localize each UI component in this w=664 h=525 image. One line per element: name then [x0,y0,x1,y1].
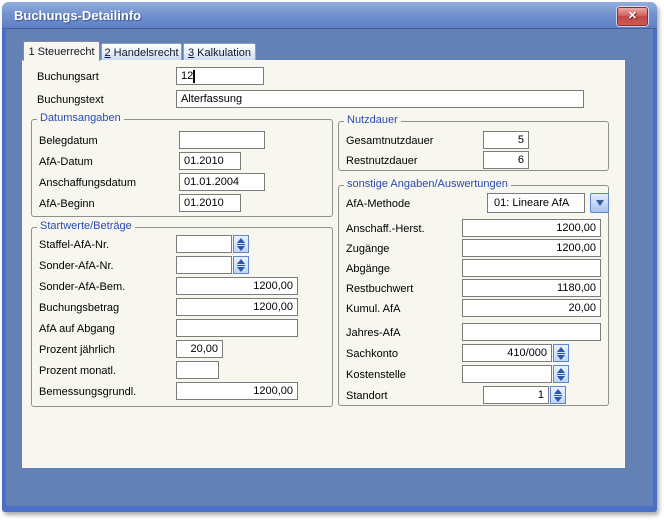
spin-down-icon[interactable] [557,355,565,360]
close-icon: ✕ [628,10,637,22]
anschaff-herst-label: Anschaff.-Herst. [346,222,425,236]
afa-datum-input[interactable]: 01.2010 [179,152,241,170]
kostenstelle-input[interactable] [462,365,552,383]
restnutzdauer-label: Restnutzdauer [346,154,418,168]
bemessungsgrundl-input[interactable]: 1200,00 [176,382,298,400]
prozent-monatl-label: Prozent monatl. [39,364,116,378]
sachkonto-input[interactable]: 410/000 [462,344,552,362]
gesamtnutzdauer-input[interactable]: 5 [483,131,529,149]
belegdatum-input[interactable] [179,131,265,149]
restnutzdauer-input[interactable]: 6 [483,151,529,169]
sachkonto-spinner[interactable] [553,344,569,362]
afa-beginn-label: AfA-Beginn [39,197,95,211]
afa-beginn-input[interactable]: 01.2010 [179,194,241,212]
close-button[interactable]: ✕ [617,7,648,26]
restbuchwert-label: Restbuchwert [346,282,413,296]
sachkonto-label: Sachkonto [346,347,398,361]
group-startwerte-title: Startwerte/Beträge [37,220,135,232]
spinner-divider [554,395,562,396]
buchungsbetrag-input[interactable]: 1200,00 [176,298,298,316]
kumul-afa-label: Kumul. AfA [346,302,400,316]
standort-input[interactable]: 1 [483,386,549,404]
sonder-afa-bem-label: Sonder-AfA-Bem. [39,280,125,294]
standort-spinner[interactable] [550,386,566,404]
tab-steuerrecht[interactable]: 1 Steuerrecht [23,41,100,61]
spin-down-icon[interactable] [554,397,562,402]
abgaenge-input[interactable] [462,259,601,277]
buchungstext-input[interactable]: Alterfassung [176,90,584,108]
afa-datum-label: AfA-Datum [39,155,93,169]
gesamtnutzdauer-label: Gesamtnutzdauer [346,134,433,148]
tab-kalkulation[interactable]: 3 Kalkulation [183,43,256,61]
buchungsbetrag-label: Buchungsbetrag [39,301,119,315]
spin-down-icon[interactable] [237,246,245,251]
spin-up-icon[interactable] [237,238,245,243]
restbuchwert-input[interactable]: 1180,00 [462,279,601,297]
standort-label: Standort [346,389,388,403]
staffel-afa-nr-input[interactable] [176,235,232,253]
group-nutzdauer-title: Nutzdauer [344,114,401,126]
dialog-window: Buchungs-Detailinfo ✕ 1 Steuerrecht 2 Ha… [2,2,657,512]
spinner-divider [237,244,245,245]
anschaffungsdatum-input[interactable]: 01.01.2004 [179,173,265,191]
sonder-afa-nr-label: Sonder-AfA-Nr. [39,259,114,273]
spin-up-icon[interactable] [554,389,562,394]
abgaenge-label: Abgänge [346,262,390,276]
anschaffungsdatum-label: Anschaffungsdatum [39,176,136,190]
belegdatum-label: Belegdatum [39,134,98,148]
titlebar[interactable]: Buchungs-Detailinfo ✕ [2,2,657,29]
prozent-monatl-input[interactable] [176,361,219,379]
spin-up-icon[interactable] [557,347,565,352]
bemessungsgrundl-label: Bemessungsgrundl. [39,385,136,399]
zugaenge-input[interactable]: 1200,00 [462,239,601,257]
group-sonstige-title: sonstige Angaben/Auswertungen [344,178,511,190]
spin-up-icon[interactable] [557,368,565,373]
tab-handelsrecht[interactable]: 2 Handelsrecht [101,43,182,61]
chevron-down-icon [596,200,604,206]
sonder-afa-nr-input[interactable] [176,256,232,274]
prozent-jaehrlich-label: Prozent jährlich [39,343,115,357]
buchungsart-input[interactable]: 12 [176,67,264,85]
spin-up-icon[interactable] [237,259,245,264]
kumul-afa-input[interactable]: 20,00 [462,299,601,317]
window-title: Buchungs-Detailinfo [14,8,141,23]
staffel-afa-nr-label: Staffel-AfA-Nr. [39,238,109,252]
buchungsart-label: Buchungsart [37,70,99,84]
afa-methode-dropdown-button[interactable] [590,193,609,213]
afa-auf-abgang-input[interactable] [176,319,298,337]
group-startwerte: Startwerte/Beträge [31,227,333,407]
jahres-afa-input[interactable] [462,323,601,341]
text-caret [193,70,195,83]
prozent-jaehrlich-input[interactable]: 20,00 [176,340,223,358]
anschaff-herst-input[interactable]: 1200,00 [462,219,601,237]
spin-down-icon[interactable] [557,376,565,381]
kostenstelle-label: Kostenstelle [346,368,406,382]
tab-page-steuerrecht: Buchungsart 12 Buchungstext Alterfassung… [22,60,625,468]
zugaenge-label: Zugänge [346,242,389,256]
spinner-divider [557,353,565,354]
group-datumsangaben-title: Datumsangaben [37,112,124,124]
spinner-divider [557,374,565,375]
sonder-afa-nr-spinner[interactable] [233,256,249,274]
staffel-afa-nr-spinner[interactable] [233,235,249,253]
afa-methode-label: AfA-Methode [346,197,410,211]
afa-auf-abgang-label: AfA auf Abgang [39,322,115,336]
buchungstext-label: Buchungstext [37,93,104,107]
jahres-afa-label: Jahres-AfA [346,326,400,340]
kostenstelle-spinner[interactable] [553,365,569,383]
afa-methode-combobox[interactable]: 01: Lineare AfA [487,193,585,213]
spin-down-icon[interactable] [237,267,245,272]
spinner-divider [237,265,245,266]
sonder-afa-bem-input[interactable]: 1200,00 [176,277,298,295]
